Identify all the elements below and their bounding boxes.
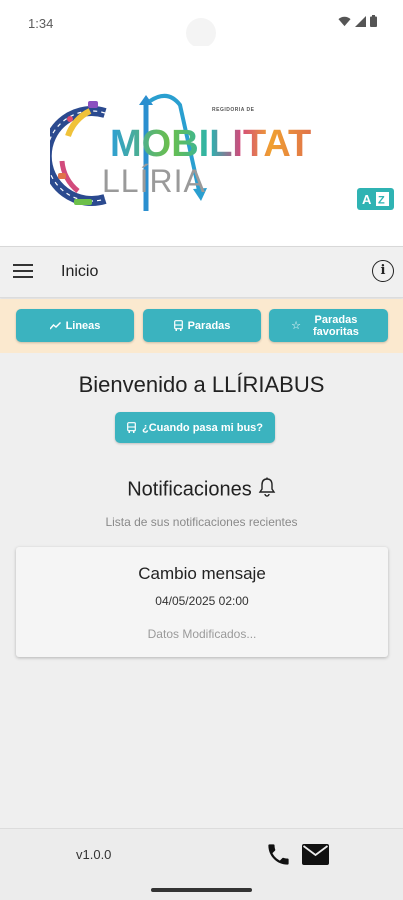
app-version: v1.0.0: [76, 847, 112, 862]
status-icons: [338, 15, 377, 27]
logo-caption: REGIDORIA DE: [212, 107, 255, 113]
bus-icon: [127, 422, 136, 433]
notification-card[interactable]: Cambio mensaje 04/05/2025 02:00 Datos Mo…: [16, 547, 388, 657]
quick-actions-bar: Lineas Paradas ☆ Paradas favoritas: [0, 299, 403, 353]
gesture-nav-bar[interactable]: [151, 888, 252, 892]
bell-icon: [258, 477, 276, 503]
hamburger-menu-icon[interactable]: [13, 264, 33, 280]
lineas-button[interactable]: Lineas: [16, 309, 134, 342]
mail-icon[interactable]: [302, 844, 329, 865]
paradas-favoritas-label: Paradas favoritas: [313, 313, 359, 338]
page-title: Inicio: [61, 263, 99, 280]
svg-text:Z: Z: [378, 195, 385, 207]
text-size-icon: A Z: [362, 192, 389, 207]
paradas-button[interactable]: Paradas: [143, 309, 261, 342]
cuando-label: ¿Cuando pasa mi bus?: [141, 421, 263, 434]
logo-lliria-text: LLÍRIA: [102, 163, 206, 199]
notification-date: 04/05/2025 02:00: [155, 594, 249, 608]
signal-icon: [355, 15, 366, 27]
battery-icon: [370, 15, 377, 27]
notifications-subtitle: Lista de sus notificaciones recientes: [105, 515, 298, 529]
mobilitat-lliria-logo: REGIDORIA DE MOBILITAT LLÍRIA: [50, 91, 311, 211]
chart-line-icon: [49, 321, 61, 329]
svg-text:A: A: [362, 192, 372, 207]
top-app-bar: Inicio i: [0, 246, 403, 298]
lineas-label: Lineas: [65, 319, 101, 332]
logo-mobilitat-text: MOBILITAT: [110, 123, 312, 165]
notification-title: Cambio mensaje: [138, 564, 266, 583]
star-icon: ☆: [291, 319, 301, 332]
phone-icon[interactable]: [265, 841, 292, 868]
paradas-label: Paradas: [187, 319, 231, 332]
welcome-heading: Bienvenido a LLÍRIABUS: [78, 372, 325, 397]
notifications-heading: Notificaciones: [0, 477, 403, 503]
bus-stop-icon: [173, 320, 183, 331]
paradas-favoritas-button[interactable]: ☆ Paradas favoritas: [269, 309, 388, 342]
notification-body: Datos Modificados...: [147, 627, 257, 641]
status-time: 1:34: [28, 16, 54, 31]
footer: v1.0.0: [0, 828, 403, 900]
notifications-title: Notificaciones: [127, 478, 252, 501]
info-icon[interactable]: i: [372, 260, 394, 282]
status-bar: 1:34: [0, 0, 403, 48]
cuando-pasa-mi-bus-button[interactable]: ¿Cuando pasa mi bus?: [115, 412, 275, 443]
camera-cutout: [186, 18, 216, 48]
accessibility-az-button[interactable]: A Z: [357, 188, 394, 210]
wifi-icon: [338, 16, 351, 26]
logo-mobilitat: MOBILITAT: [110, 123, 311, 166]
app-header: REGIDORIA DE MOBILITAT LLÍRIA A Z: [0, 46, 403, 246]
